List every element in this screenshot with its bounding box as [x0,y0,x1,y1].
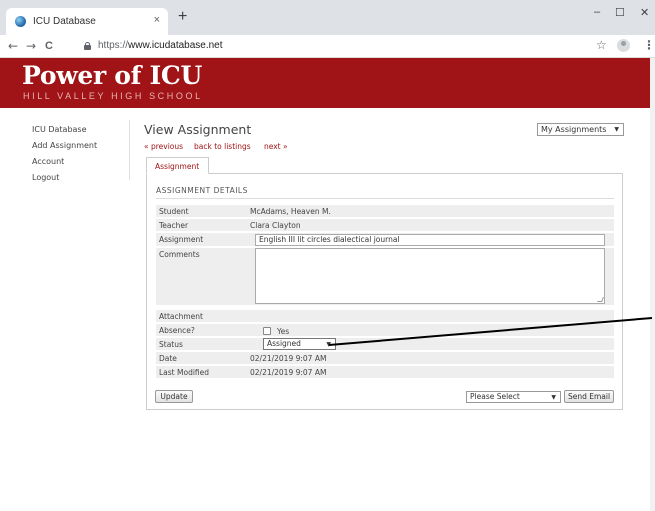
chevron-down-icon: ▼ [326,341,331,348]
sidebar-item-add-assignment[interactable]: Add Assignment [32,141,97,150]
lock-icon [84,42,91,50]
teacher-label: Teacher [159,221,189,230]
browser-menu-icon[interactable]: ⋮ [643,38,655,52]
absence-row: Absence? Yes [156,324,614,337]
teacher-value: Clara Clayton [250,221,301,230]
send-email-button[interactable]: Send Email [564,390,614,403]
teacher-row: Teacher Clara Clayton [156,219,614,232]
sidebar: ICU Database Add Assignment Account Logo… [0,120,130,182]
student-label: Student [159,207,189,216]
maximize-icon[interactable]: ☐ [615,6,625,19]
site-logo-subtitle: HILL VALLEY HIGH SCHOOL [23,91,203,101]
url-text: https://www.icudatabase.net [98,40,223,51]
date-value: 02/21/2019 9:07 AM [250,354,327,363]
browser-tabbar: ICU Database × + – ☐ ✕ [0,0,655,35]
comments-label: Comments [159,250,200,259]
close-tab-icon[interactable]: × [154,14,160,26]
status-label: Status [159,340,183,349]
address-bar: ← → C https://www.icudatabase.net [0,35,655,58]
attachment-label: Attachment [159,312,203,321]
sidebar-item-logout[interactable]: Logout [32,173,59,182]
email-recipient-select[interactable]: Please Select ▼ [466,391,561,403]
previous-link[interactable]: « previous [144,142,183,151]
back-to-listings-link[interactable]: back to listings [194,142,251,151]
close-window-icon[interactable]: ✕ [640,6,649,19]
student-value: McAdams, Heaven M. [250,207,331,216]
section-heading: ASSIGNMENT DETAILS [156,186,248,195]
next-link[interactable]: next » [264,142,288,151]
date-label: Date [159,354,177,363]
chevron-down-icon: ▼ [614,126,619,133]
minimize-icon[interactable]: – [594,6,600,18]
resize-handle-icon[interactable] [597,297,604,302]
last-modified-value: 02/21/2019 9:07 AM [250,368,327,377]
absence-label: Absence? [159,326,195,335]
my-assignments-select[interactable]: My Assignments ▼ [537,123,624,136]
tab-title: ICU Database [33,16,96,27]
site-header: Power of ICU HILL VALLEY HIGH SCHOOL [0,58,650,108]
site-logo-title[interactable]: Power of ICU [22,61,202,91]
reload-icon[interactable]: C [45,39,53,53]
url-field[interactable]: https://www.icudatabase.net [84,38,604,55]
sidebar-item-account[interactable]: Account [32,157,64,166]
status-select[interactable]: Assigned ▼ [263,338,336,350]
absence-checkbox[interactable] [263,327,271,335]
last-modified-row: Last Modified 02/21/2019 9:07 AM [156,366,614,379]
back-icon[interactable]: ← [8,39,18,53]
section-divider [156,198,614,199]
last-modified-label: Last Modified [159,368,210,377]
sidebar-item-icu-database[interactable]: ICU Database [32,125,87,134]
assignment-label: Assignment [159,235,204,244]
new-tab-icon[interactable]: + [178,9,187,25]
chevron-down-icon: ▼ [551,394,556,401]
globe-icon [15,16,26,27]
browser-tab[interactable]: ICU Database × [6,8,168,35]
comments-textarea[interactable] [255,248,605,304]
tab-assignment[interactable]: Assignment [146,157,209,174]
page-title: View Assignment [144,122,252,137]
update-button[interactable]: Update [155,390,193,403]
date-row: Date 02/21/2019 9:07 AM [156,352,614,365]
absence-yes-label[interactable]: Yes [277,327,289,336]
page-scrollbar[interactable] [650,58,655,511]
bookmark-star-icon[interactable]: ☆ [596,38,607,52]
forward-icon[interactable]: → [26,39,36,53]
assignment-input[interactable]: English III lit circles dialectical jour… [255,234,605,246]
status-row: Status Assigned ▼ [156,338,614,351]
student-row: Student McAdams, Heaven M. [156,205,614,218]
profile-avatar-icon[interactable] [617,39,630,52]
attachment-row: Attachment [156,310,614,323]
assignment-panel: ASSIGNMENT DETAILS Student McAdams, Heav… [146,173,623,410]
